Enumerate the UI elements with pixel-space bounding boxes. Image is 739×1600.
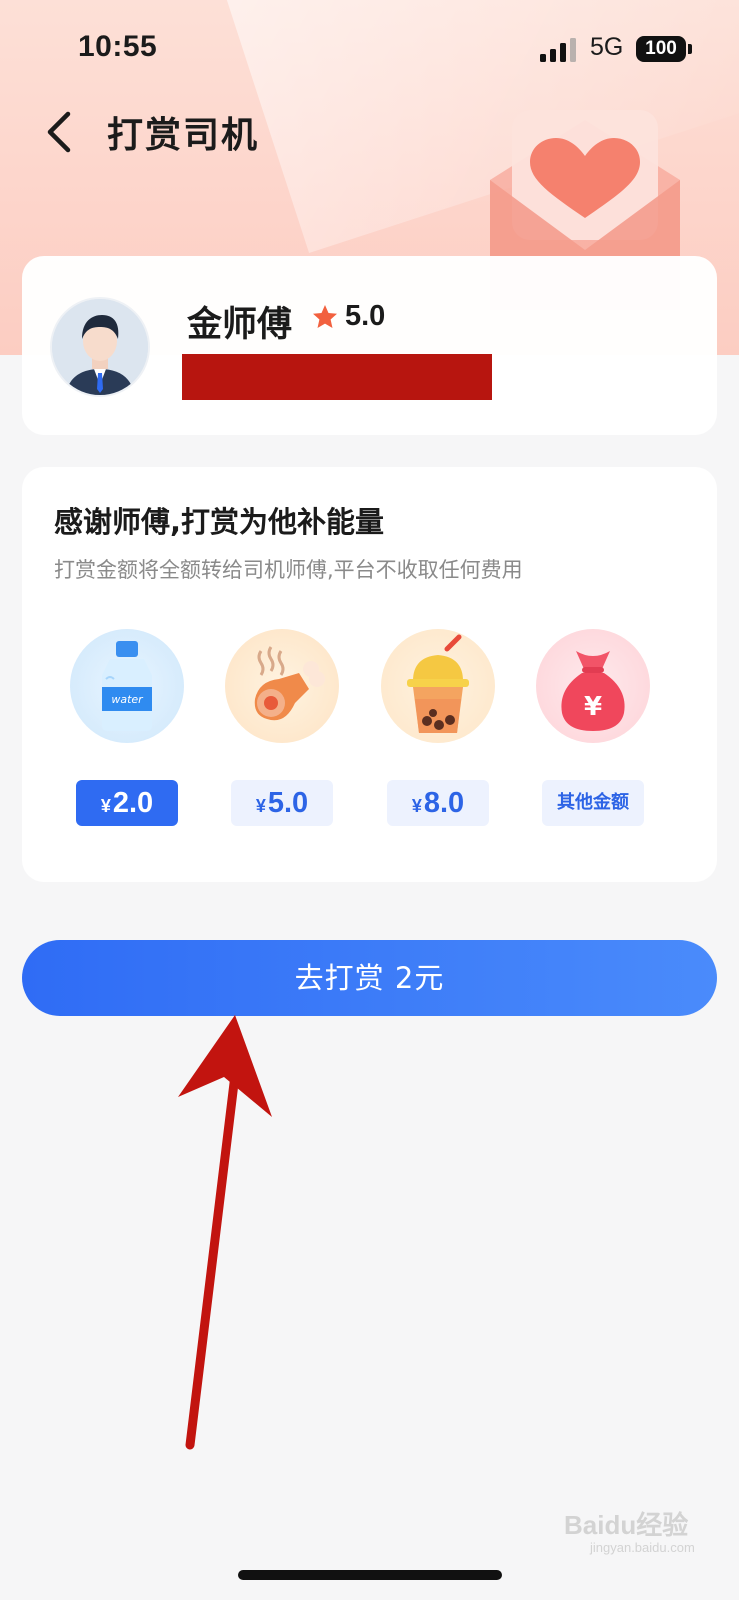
home-indicator: [238, 1570, 502, 1580]
chicken-leg-icon: [254, 646, 325, 721]
currency-symbol: ¥: [100, 796, 111, 816]
price-amount: 2.0: [112, 787, 154, 819]
svg-text:¥: ¥: [584, 692, 602, 722]
status-time: 10:55: [78, 30, 158, 63]
status-bar: 10:55 5G 100: [0, 0, 739, 100]
tip-option-5[interactable]: ¥5.0: [207, 629, 357, 826]
redacted-info: [182, 354, 492, 400]
currency-symbol: ¥: [411, 796, 422, 816]
driver-avatar: [50, 297, 150, 397]
water-bottle-icon: water: [102, 641, 152, 731]
tip-option-8[interactable]: ¥8.0: [363, 629, 513, 826]
other-amount-tag[interactable]: 其他金额: [542, 780, 644, 826]
driver-card: 金师傅 5.0: [22, 256, 717, 435]
annotation-arrow-icon: [178, 1015, 272, 1450]
watermark: Baidu经验: [564, 1510, 689, 1540]
price-amount: 8.0: [423, 787, 465, 819]
star-icon: [313, 305, 337, 328]
currency-symbol: ¥: [255, 796, 266, 816]
battery-tip: [688, 44, 692, 54]
network-type: 5G: [590, 33, 624, 61]
battery-icon: 100: [636, 36, 686, 62]
driver-portrait-icon: [52, 299, 148, 395]
signal-icon: [540, 38, 576, 62]
svg-text:water: water: [111, 693, 144, 706]
tip-title: 感谢师傅,打赏为他补能量: [54, 505, 385, 539]
price-tag[interactable]: ¥5.0: [231, 780, 333, 826]
bubble-tea-icon: [407, 634, 469, 733]
tip-card: 感谢师傅,打赏为他补能量 打赏金额将全额转给司机师傅,平台不收取任何费用 wat…: [22, 467, 717, 882]
tip-option-other[interactable]: ¥ 其他金额: [518, 629, 668, 826]
price-amount: 5.0: [267, 787, 309, 819]
price-tag-selected[interactable]: ¥2.0: [76, 780, 178, 826]
back-chevron-icon[interactable]: [38, 104, 84, 160]
submit-tip-button[interactable]: 去打赏 2元: [22, 940, 717, 1016]
page-title: 打赏司机: [107, 115, 260, 156]
price-tag[interactable]: ¥8.0: [387, 780, 489, 826]
tip-option-2[interactable]: water ¥2.0: [52, 629, 202, 826]
driver-name: 金师傅: [187, 305, 293, 345]
watermark-sub: jingyan.baidu.com: [590, 1540, 695, 1555]
driver-rating: 5.0: [345, 300, 386, 332]
tip-subtitle: 打赏金额将全额转给司机师傅,平台不收取任何费用: [54, 558, 523, 582]
money-bag-icon: ¥: [561, 651, 625, 731]
